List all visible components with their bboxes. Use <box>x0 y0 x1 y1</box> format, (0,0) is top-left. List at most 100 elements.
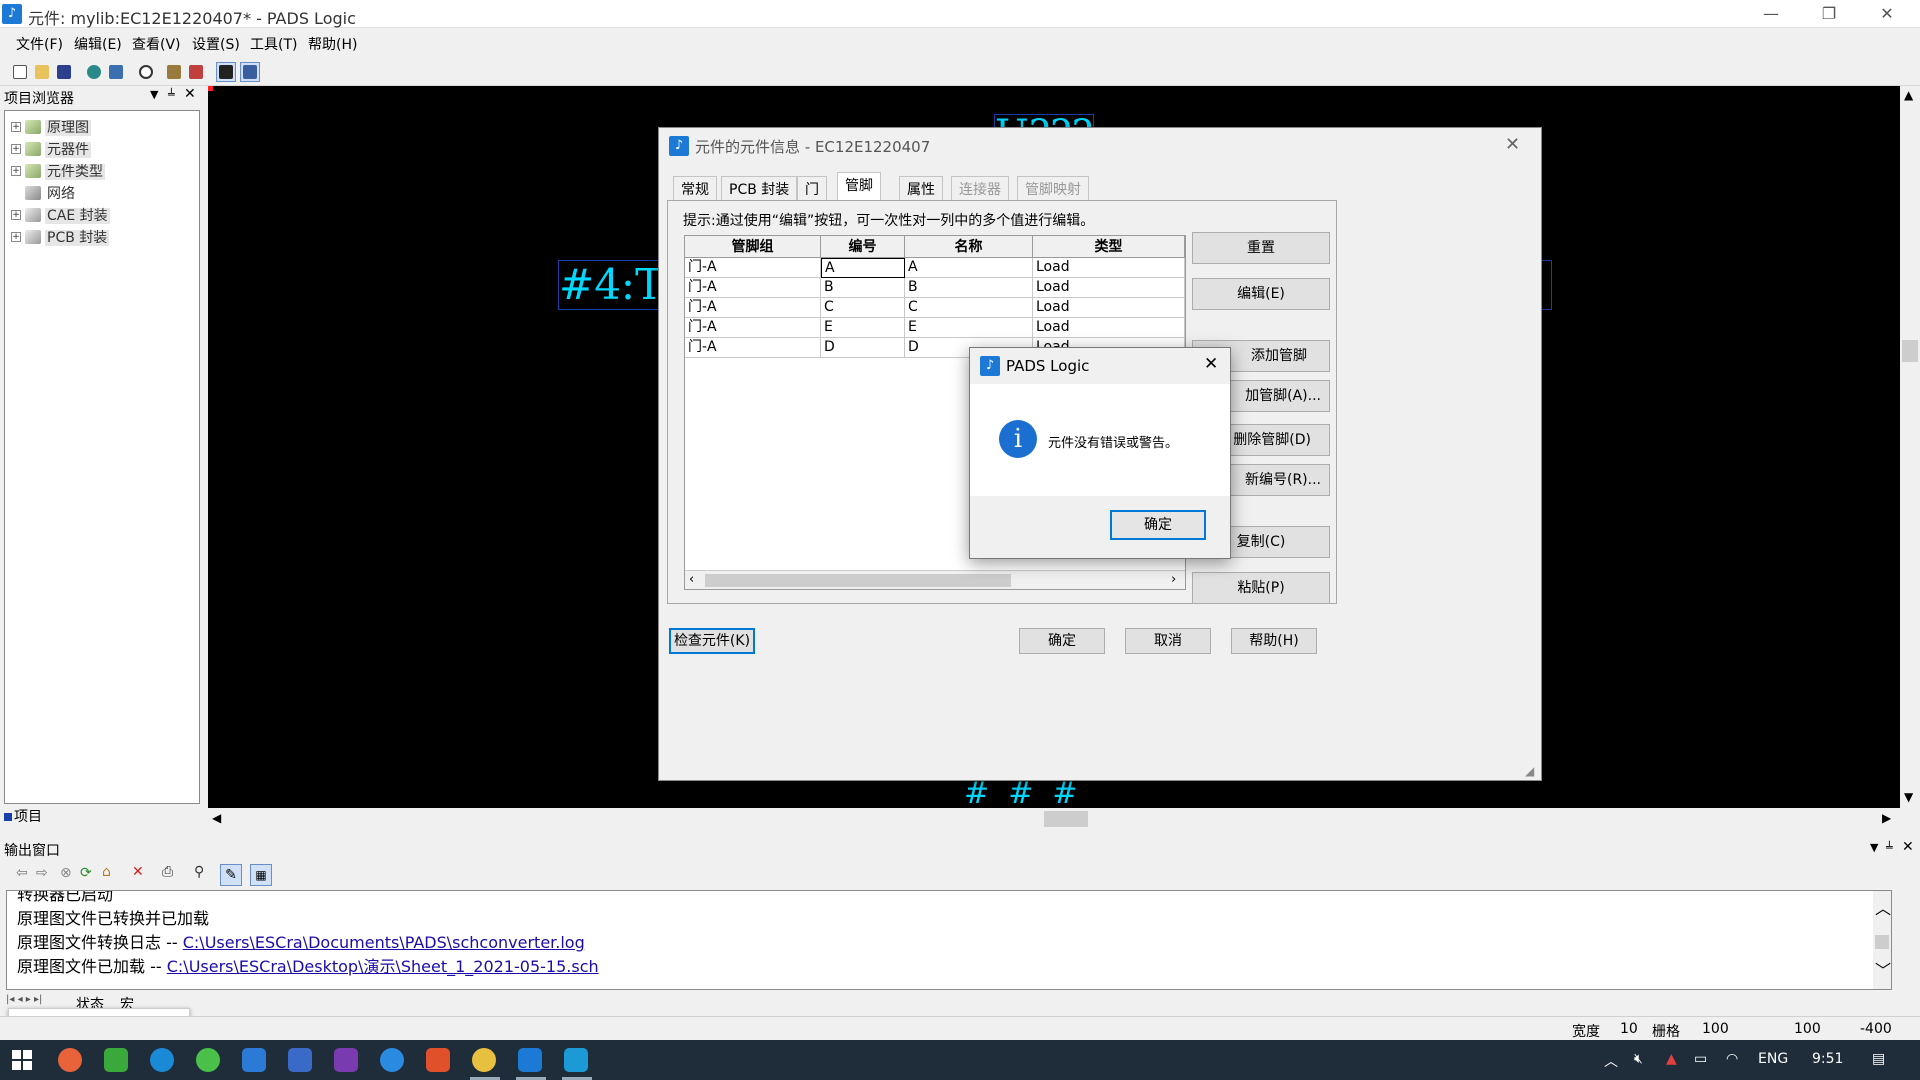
pads-logic-taskbar-icon[interactable] <box>518 1048 542 1072</box>
output-text-area[interactable]: 转换器已启动 原理图文件已转换并已加载 原理图文件转换日志 -- C:\User… <box>6 890 1892 990</box>
message-ok-button[interactable]: 确定 <box>1110 510 1206 540</box>
clock[interactable]: 9:51 <box>1812 1051 1843 1067</box>
battery-icon[interactable]: ▭ <box>1694 1051 1707 1067</box>
scroll-left-icon[interactable]: ◀ <box>212 811 221 825</box>
grid-cell[interactable]: Load <box>1033 278 1185 298</box>
grid-cell[interactable]: E <box>821 318 905 338</box>
grid-cell[interactable]: E <box>905 318 1033 338</box>
tab-pin-mapping[interactable]: 管脚映射 <box>1017 176 1089 200</box>
column-header-number[interactable]: 编号 <box>821 236 905 258</box>
forward-icon[interactable]: ⇨ <box>36 865 48 881</box>
grid-cell[interactable]: 门-A <box>685 318 821 338</box>
pin-icon[interactable]: ╧ <box>168 88 175 101</box>
grid-cell[interactable]: B <box>905 278 1033 298</box>
scroll-right-icon[interactable]: › <box>1171 572 1176 587</box>
tab-nav-icon[interactable]: |◂ ◂ ▸ ▸| <box>6 994 42 1005</box>
grid-view-icon[interactable]: ▦ <box>250 864 272 886</box>
tab-attributes[interactable]: 属性 <box>899 176 943 200</box>
scroll-down-icon[interactable]: ▼ <box>1904 790 1913 804</box>
stop-icon[interactable]: ⊗ <box>60 865 72 881</box>
refresh-icon[interactable]: ⟳ <box>80 865 92 881</box>
ok-button[interactable]: 确定 <box>1019 628 1105 654</box>
print-icon[interactable]: ⎙ <box>162 864 173 880</box>
grid-cell[interactable]: 门-A <box>685 298 821 318</box>
grid-cell[interactable]: D <box>821 338 905 358</box>
app-green-icon[interactable] <box>104 1048 128 1072</box>
menu-settings[interactable]: 设置(S) <box>192 34 240 54</box>
output-vertical-scrollbar[interactable]: ︿ ﹀ <box>1873 891 1891 989</box>
tab-connector[interactable]: 连接器 <box>951 176 1009 200</box>
scroll-up-icon[interactable]: ︿ <box>1875 895 1891 919</box>
component-icon[interactable] <box>106 62 126 82</box>
scroll-up-icon[interactable]: ▲ <box>1904 88 1913 102</box>
library-icon[interactable] <box>164 62 184 82</box>
tab-pins[interactable]: 管脚 <box>837 172 881 200</box>
pads-layout-taskbar-icon[interactable] <box>564 1048 588 1072</box>
column-header-name[interactable]: 名称 <box>905 236 1033 258</box>
grid-cell[interactable]: 门-A <box>685 258 821 278</box>
check-part-button[interactable]: 检查元件(K) <box>669 628 755 654</box>
notifications-icon[interactable]: ▤ <box>1872 1051 1885 1067</box>
tray-chevron-icon[interactable]: ︿ <box>1604 1051 1618 1071</box>
tray-app-icon[interactable]: ▲ <box>1666 1051 1677 1067</box>
expand-icon[interactable]: + <box>11 232 21 242</box>
scroll-down-icon[interactable]: ﹀ <box>1875 957 1891 981</box>
canvas-horizontal-scrollbar[interactable]: ◀ ▶ <box>208 808 1900 830</box>
tree-item-part-types[interactable]: + 元件类型 <box>11 161 105 181</box>
grid-cell[interactable]: A <box>905 258 1033 278</box>
chrome-icon[interactable] <box>472 1048 496 1072</box>
tree-item-components[interactable]: + 元器件 <box>11 139 91 159</box>
scroll-thumb[interactable] <box>1875 935 1889 949</box>
edge-browser-icon[interactable] <box>150 1048 174 1072</box>
attribute-view-icon[interactable] <box>240 62 260 82</box>
help-button[interactable]: 帮助(H) <box>1231 628 1317 654</box>
dropdown-icon[interactable]: ▼ <box>150 88 158 101</box>
scroll-left-icon[interactable]: ‹ <box>689 572 694 587</box>
scroll-thumb[interactable] <box>1902 340 1918 362</box>
resize-grip-icon[interactable]: ◢ <box>1525 764 1534 778</box>
menu-file[interactable]: 文件(F) <box>16 34 63 54</box>
volume-muted-icon[interactable]: 🔇︎ <box>1634 1051 1643 1067</box>
home-icon[interactable]: ⌂ <box>102 864 111 880</box>
menu-help[interactable]: 帮助(H) <box>308 34 357 54</box>
wechat-icon[interactable] <box>196 1048 220 1072</box>
scroll-thumb[interactable] <box>1044 811 1088 827</box>
grid-cell[interactable]: B <box>821 278 905 298</box>
grid-cell[interactable]: Load <box>1033 318 1185 338</box>
close-button[interactable]: ✕ <box>1858 0 1916 28</box>
tree-item-pcb-decals[interactable]: + PCB 封装 <box>11 227 110 247</box>
menu-edit[interactable]: 编辑(E) <box>74 34 122 54</box>
schematic-view-icon[interactable] <box>216 62 236 82</box>
save-icon[interactable] <box>54 62 74 82</box>
expand-icon[interactable]: + <box>11 166 21 176</box>
grid-cell[interactable]: 门-A <box>685 338 821 358</box>
scroll-right-icon[interactable]: ▶ <box>1882 811 1891 825</box>
wizard-icon[interactable] <box>186 62 206 82</box>
restore-button[interactable]: ❐ <box>1800 0 1858 28</box>
expand-icon[interactable]: + <box>11 122 21 132</box>
find-icon[interactable]: ⚲ <box>194 864 204 880</box>
app-shirt-icon[interactable] <box>288 1048 312 1072</box>
tree-item-nets[interactable]: 网络 <box>25 183 77 203</box>
close-panel-icon[interactable]: ✕ <box>1902 839 1914 855</box>
app-bird-icon[interactable] <box>380 1048 404 1072</box>
grid-cell[interactable]: Load <box>1033 298 1185 318</box>
input-language[interactable]: ENG <box>1758 1051 1788 1067</box>
wifi-icon[interactable]: ◠ <box>1726 1051 1738 1067</box>
back-icon[interactable]: ⇦ <box>16 865 28 881</box>
expand-icon[interactable]: + <box>11 144 21 154</box>
schematic-file-link[interactable]: C:\Users\ESCra\Desktop\演示\Sheet_1_2021-0… <box>167 957 599 976</box>
tab-general[interactable]: 常规 <box>673 176 717 200</box>
dropdown-icon[interactable]: ▼ <box>1870 841 1878 854</box>
clear-icon[interactable]: ✕ <box>132 864 144 880</box>
cancel-button[interactable]: 取消 <box>1125 628 1211 654</box>
scroll-thumb[interactable] <box>705 574 1011 587</box>
grid-cell[interactable]: C <box>821 298 905 318</box>
open-folder-icon[interactable] <box>32 62 52 82</box>
converter-log-link[interactable]: C:\Users\ESCra\Documents\PADS\schconvert… <box>183 933 585 952</box>
close-panel-icon[interactable]: ✕ <box>184 86 196 102</box>
reset-button[interactable]: 重置 <box>1192 232 1330 264</box>
canvas-vertical-scrollbar[interactable]: ▲ ▼ <box>1900 86 1920 808</box>
zoom-icon[interactable] <box>136 62 156 82</box>
column-header-type[interactable]: 类型 <box>1033 236 1185 258</box>
